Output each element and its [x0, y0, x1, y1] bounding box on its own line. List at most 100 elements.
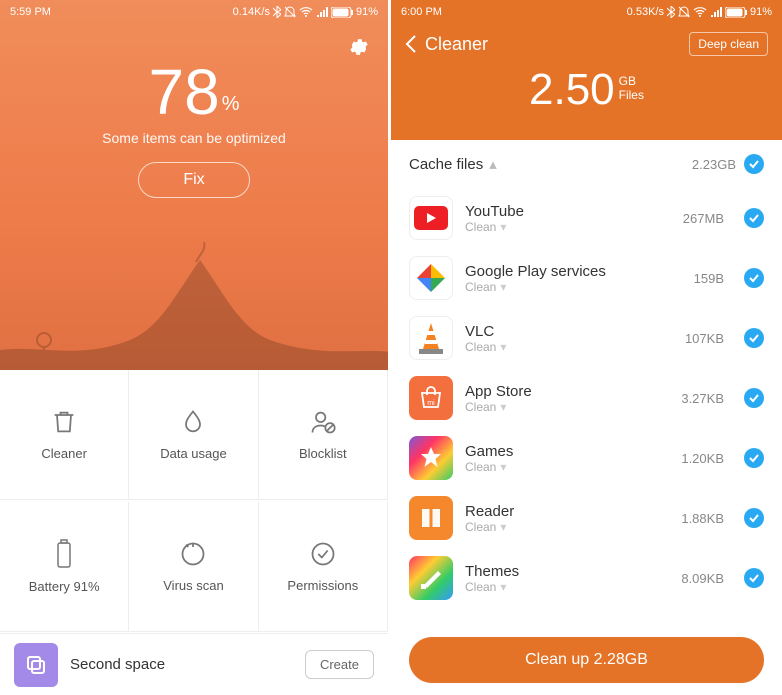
app-icon — [409, 196, 453, 240]
app-info: GamesClean▾ — [465, 443, 669, 474]
battery-pct: 91% — [750, 6, 772, 18]
cleaner-tile[interactable]: Cleaner — [0, 370, 129, 500]
data-usage-tile[interactable]: Data usage — [129, 370, 258, 500]
net-speed: 0.53K/s — [627, 6, 664, 18]
block-user-icon — [309, 408, 337, 436]
blocklist-tile[interactable]: Blocklist — [259, 370, 388, 500]
second-space-title: Second space — [70, 656, 293, 673]
tile-label: Blocklist — [299, 446, 347, 461]
checkbox[interactable] — [744, 568, 764, 588]
app-sub: Clean▾ — [465, 400, 669, 414]
app-sub: Clean▾ — [465, 460, 669, 474]
drop-icon — [179, 408, 207, 436]
back-icon[interactable] — [405, 34, 417, 54]
app-icon — [409, 436, 453, 480]
checkbox[interactable] — [744, 268, 764, 288]
total-size: 2.50 GB Files — [529, 68, 644, 112]
tile-label: Permissions — [287, 578, 358, 593]
scan-icon — [179, 540, 207, 568]
optimization-score: 78 % — [149, 60, 240, 124]
caret-down-icon: ▾ — [500, 460, 506, 474]
checkbox[interactable] — [744, 388, 764, 408]
clean-button[interactable]: Clean up 2.28GB — [409, 637, 764, 683]
app-row[interactable]: ThemesClean▾ 8.09KB — [391, 548, 782, 608]
app-name: Themes — [465, 563, 669, 580]
svg-text:mi: mi — [427, 400, 435, 407]
checkbox[interactable] — [744, 448, 764, 468]
app-icon — [409, 256, 453, 300]
app-row[interactable]: Google Play servicesClean▾159B — [391, 248, 782, 308]
app-name: Google Play services — [465, 263, 682, 280]
fix-button[interactable]: Fix — [138, 162, 249, 198]
section-name: Cache files — [409, 156, 483, 173]
caret-down-icon: ▾ — [500, 400, 506, 414]
hero: 5:59 PM 0.14K/s 91% 78 % Some items can … — [0, 0, 388, 370]
cache-list[interactable]: Cache files ▴ 2.23GB YouTube Clean▾ 267MB G… — [391, 140, 782, 625]
app-size: 159B — [694, 271, 724, 286]
app-name: Games — [465, 443, 669, 460]
volcano-illustration — [0, 240, 391, 370]
app-sub: Clean▾ — [465, 580, 669, 594]
footer: Clean up 2.28GB — [391, 625, 782, 695]
app-sub: Clean▾ — [465, 340, 673, 354]
settings-button[interactable] — [348, 36, 370, 63]
battery-tile[interactable]: Battery 91% — [0, 502, 129, 632]
permissions-tile[interactable]: Permissions — [259, 502, 388, 632]
cleaner-header: 6:00 PM 0.53K/s 91% Cleaner Deep clean 2… — [391, 0, 782, 140]
unit-files: Files — [619, 88, 644, 102]
app-icon: mi — [409, 376, 453, 420]
statusbar: 6:00 PM 0.53K/s 91% — [391, 0, 782, 24]
caret-up-icon: ▴ — [489, 155, 497, 173]
deep-clean-button[interactable]: Deep clean — [689, 32, 768, 56]
checkbox[interactable] — [744, 154, 764, 174]
create-button[interactable]: Create — [305, 650, 374, 679]
checkbox[interactable] — [744, 508, 764, 528]
app-size: 107KB — [685, 331, 724, 346]
net-speed: 0.14K/s — [233, 6, 270, 18]
alarm-off-icon — [678, 6, 690, 18]
tools-grid: Cleaner Data usage Blocklist Battery 91%… — [0, 370, 388, 633]
status-icons: 0.14K/s 91% — [233, 6, 378, 18]
caret-down-icon: ▾ — [500, 580, 506, 594]
score-value: 78 — [149, 60, 220, 124]
app-icon — [409, 496, 453, 540]
status-icons: 0.53K/s 91% — [627, 6, 772, 18]
virus-scan-tile[interactable]: Virus scan — [129, 502, 258, 632]
section-size: 2.23GB — [692, 157, 736, 172]
optimizer-screen: 5:59 PM 0.14K/s 91% 78 % Some items can … — [0, 0, 391, 695]
wifi-icon — [693, 7, 707, 17]
app-name: YouTube — [465, 203, 671, 220]
second-space-row[interactable]: Second space Create — [0, 633, 388, 695]
app-row[interactable]: GamesClean▾1.20KB — [391, 428, 782, 488]
cleaner-screen: 6:00 PM 0.53K/s 91% Cleaner Deep clean 2… — [391, 0, 782, 695]
checkbox[interactable] — [744, 328, 764, 348]
app-row[interactable]: YouTubeClean▾267MB — [391, 188, 782, 248]
unit-gb: GB — [619, 74, 636, 88]
total-unit: GB Files — [619, 74, 644, 103]
app-size: 267MB — [683, 211, 724, 226]
app-row[interactable]: miApp StoreClean▾3.27KB — [391, 368, 782, 428]
battery-pct: 91% — [356, 6, 378, 18]
app-info: ReaderClean▾ — [465, 503, 669, 534]
app-info: ThemesClean▾ — [465, 563, 669, 594]
tile-label: Virus scan — [163, 578, 223, 593]
time: 5:59 PM — [10, 6, 51, 18]
bluetooth-icon — [273, 6, 281, 18]
caret-down-icon: ▾ — [500, 220, 506, 234]
app-size: 3.27KB — [681, 391, 724, 406]
checkbox[interactable] — [744, 208, 764, 228]
second-space-icon — [14, 643, 58, 687]
app-icon — [409, 316, 453, 360]
app-size: 8.09KB — [681, 571, 724, 586]
app-icon — [409, 556, 453, 600]
app-row[interactable]: VLCClean▾ 107KB — [391, 308, 782, 368]
caret-down-icon: ▾ — [500, 520, 506, 534]
section-header[interactable]: Cache files ▴ 2.23GB — [391, 140, 782, 188]
app-row[interactable]: ReaderClean▾1.88KB — [391, 488, 782, 548]
app-sub: Clean▾ — [465, 520, 669, 534]
app-info: VLCClean▾ — [465, 323, 673, 354]
check-circle-icon — [309, 540, 337, 568]
battery-icon — [52, 539, 76, 569]
score-subtitle: Some items can be optimized — [102, 130, 286, 146]
caret-down-icon: ▾ — [500, 340, 506, 354]
